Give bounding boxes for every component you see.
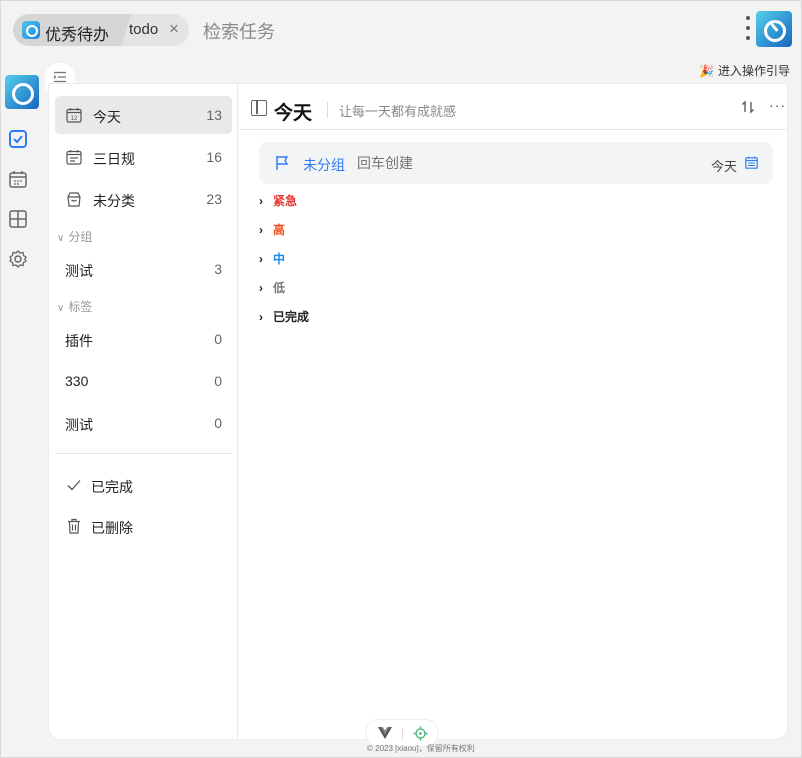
app-tab-label[interactable]: 优秀待办 (45, 21, 109, 45)
app-logo-icon (756, 11, 792, 47)
section-label: 标签 (68, 300, 93, 314)
chevron-down-icon: ∨ (57, 303, 65, 314)
copyright-footer: © 2023 [xiaou]，保留所有权利 (367, 744, 475, 753)
flag-icon[interactable] (275, 155, 289, 171)
header-separator (327, 102, 328, 118)
party-popper-icon: 🎉 (699, 64, 714, 78)
search-input[interactable]: 检索任务 (203, 18, 275, 44)
content-header: 今天 让每一天都有成就感 ··· (239, 84, 787, 130)
page-title: 今天 (274, 103, 313, 124)
grid-quadrant-icon[interactable] (8, 209, 28, 229)
sidebar-item-label: 插件 (65, 333, 93, 349)
sidebar-toggle-icon[interactable] (251, 100, 267, 116)
sidebar-item-label: 未分类 (93, 193, 135, 209)
top-bar: 优秀待办 todo × 检索任务 (1, 1, 801, 59)
chevron-right-icon: › (259, 223, 263, 237)
section-label: 分组 (68, 230, 93, 244)
group-selector[interactable]: 未分组 (303, 155, 345, 175)
priority-group-low[interactable]: › 低 (259, 279, 285, 296)
check-icon (67, 480, 81, 491)
guide-label: 进入操作引导 (717, 64, 790, 78)
sidebar-divider (55, 453, 232, 454)
sidebar-item-count: 23 (206, 191, 222, 207)
main-card: 12 今天 13 三日规 16 未分类 23 ∨ 分组 测试 3 ∨ 标签 插件… (48, 83, 788, 740)
calendar-today-icon: 12 (66, 108, 82, 123)
priority-group-medium[interactable]: › 中 (259, 250, 285, 267)
sidebar-item-three-days[interactable]: 三日规 16 (55, 138, 232, 176)
sidebar-item-count: 0 (214, 331, 222, 347)
sidebar-item-label: 三日规 (93, 151, 135, 167)
priority-label: 高 (273, 223, 286, 237)
more-horizontal-icon[interactable]: ··· (769, 97, 786, 113)
sidebar-item-count: 13 (206, 107, 222, 123)
sidebar-item-deleted[interactable]: 已删除 (55, 507, 232, 545)
sidebar-item-tag[interactable]: 330 0 (55, 362, 232, 400)
chevron-right-icon: › (259, 281, 263, 295)
app-logo-icon (22, 21, 40, 39)
priority-group-high[interactable]: › 高 (259, 221, 285, 238)
menu-collapse-icon (54, 71, 66, 83)
close-icon[interactable]: × (169, 19, 179, 39)
priority-group-urgent[interactable]: › 紧急 (259, 192, 297, 209)
vue-logo-icon[interactable] (378, 727, 392, 740)
sidebar-item-label: 测试 (65, 263, 93, 279)
groups-section-header[interactable]: ∨ 分组 (57, 228, 92, 245)
sidebar-item-tag[interactable]: 测试 0 (55, 404, 232, 442)
calendar-icon[interactable] (745, 156, 758, 169)
chevron-right-icon: › (259, 252, 263, 266)
priority-label: 已完成 (273, 310, 310, 324)
priority-group-completed[interactable]: › 已完成 (259, 308, 309, 325)
guide-link[interactable]: 🎉 进入操作引导 (699, 62, 790, 79)
chevron-right-icon: › (259, 194, 263, 208)
new-task-input[interactable] (357, 155, 657, 171)
sidebar-item-count: 0 (214, 373, 222, 389)
priority-label: 紧急 (273, 194, 298, 208)
app-tab-group: 优秀待办 todo × (13, 14, 189, 46)
priority-label: 低 (273, 281, 286, 295)
calendar-range-icon (66, 150, 82, 165)
crosshair-icon[interactable] (413, 726, 428, 741)
sidebar-item-count: 0 (214, 415, 222, 431)
checkbox-tasks-icon[interactable] (8, 129, 28, 149)
svg-text:12: 12 (71, 116, 78, 122)
sidebar-item-label: 330 (65, 373, 89, 389)
sidebar-item-count: 3 (214, 261, 222, 277)
sidebar-item-tag[interactable]: 插件 0 (55, 320, 232, 358)
pill-divider (402, 728, 403, 740)
sort-icon[interactable] (741, 100, 755, 114)
task-content: 今天 让每一天都有成就感 ··· 未分组 今天 (239, 84, 787, 739)
sidebar-item-label: 今天 (93, 109, 121, 125)
page-subtitle: 让每一天都有成就感 (339, 104, 457, 119)
chevron-down-icon: ∨ (57, 233, 65, 244)
inbox-box-icon (67, 192, 81, 207)
sidebar-item-completed[interactable]: 已完成 (55, 466, 232, 504)
tags-section-header[interactable]: ∨ 标签 (57, 298, 92, 315)
todo-tab-label[interactable]: todo (129, 21, 158, 38)
sidebar-item-label: 已完成 (91, 479, 133, 495)
sidebar-item-group[interactable]: 测试 3 (55, 250, 232, 288)
more-vertical-icon[interactable] (745, 16, 751, 44)
sidebar-item-today[interactable]: 12 今天 13 (55, 96, 232, 134)
list-sidebar: 12 今天 13 三日规 16 未分类 23 ∨ 分组 测试 3 ∨ 标签 插件… (49, 84, 238, 739)
sidebar-item-label: 已删除 (91, 520, 133, 536)
left-rail (5, 75, 41, 109)
sidebar-item-uncategorized[interactable]: 未分类 23 (55, 180, 232, 218)
trash-icon (68, 518, 80, 534)
app-logo-icon[interactable] (5, 75, 39, 109)
calendar-icon[interactable] (8, 169, 28, 189)
sidebar-item-count: 16 (206, 149, 222, 165)
gear-icon[interactable] (8, 249, 28, 269)
priority-label: 中 (273, 252, 286, 266)
chevron-right-icon: › (259, 310, 263, 324)
due-date-label[interactable]: 今天 (711, 156, 737, 175)
sidebar-item-label: 测试 (65, 417, 93, 433)
quick-add-bar: 未分组 今天 (259, 142, 773, 184)
